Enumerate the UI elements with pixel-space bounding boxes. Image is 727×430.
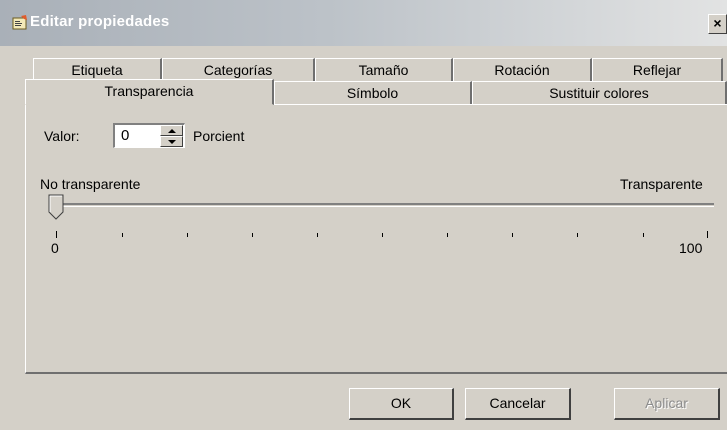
cancel-label: Cancelar [489,395,546,411]
slider-tick [122,233,123,237]
slider-tick [252,233,253,237]
transparency-slider-track[interactable] [56,203,714,207]
tab-label: Tamaño [358,62,409,78]
unit-label: Porcient [193,128,245,144]
tab-label: Símbolo [346,85,399,101]
arrow-down-icon [168,140,176,144]
apply-label: Aplicar [645,395,688,411]
value-input[interactable]: 0 [121,127,129,144]
close-button[interactable]: × [708,14,727,34]
properties-icon [12,15,27,30]
slider-tick [512,233,513,237]
window-title: Editar propiedades [30,13,170,30]
no-transparente-label: No transparente [40,176,141,192]
spin-down-button[interactable] [160,136,183,147]
spin-up-button[interactable] [160,125,183,136]
slider-tick [447,233,448,237]
title-bar[interactable]: Editar propiedades × [0,0,727,46]
close-icon: × [713,15,722,31]
tab-tamano[interactable]: Tamaño [315,58,453,82]
slider-tick [187,233,188,237]
tab-label: Sustituir colores [549,85,649,101]
arrow-up-icon [168,129,176,133]
slider-thumb[interactable] [48,194,65,220]
tab-simbolo[interactable]: Símbolo [274,81,472,105]
ok-button[interactable]: OK [349,388,454,420]
ok-label: OK [390,395,412,411]
slider-min-label: 0 [51,240,59,256]
tab-label: Categorías [203,62,273,78]
slider-tick [382,233,383,237]
tab-rotacion[interactable]: Rotación [453,58,592,82]
cancel-button[interactable]: Cancelar [465,388,571,420]
tab-label: Etiqueta [71,62,123,78]
slider-tick [577,233,578,237]
tab-label: Rotación [494,62,550,78]
value-spinner[interactable]: 0 [113,123,185,148]
tab-label: Reflejar [632,62,682,78]
apply-button[interactable]: Aplicar [614,388,720,420]
tab-label: Transparencia [104,83,194,99]
slider-tick [56,231,57,238]
slider-max-label: 100 [679,240,703,256]
slider-tick [317,233,318,237]
tab-transparencia[interactable]: Transparencia [25,79,274,105]
tab-sustituir-colores[interactable]: Sustituir colores [472,81,727,105]
tab-reflejar[interactable]: Reflejar [592,58,723,82]
slider-tick [643,233,644,237]
edit-properties-dialog: Editar propiedades × Etiqueta Categorías… [0,0,727,430]
slider-tick [707,231,708,238]
transparente-label: Transparente [620,176,703,192]
valor-label: Valor: [44,128,80,144]
